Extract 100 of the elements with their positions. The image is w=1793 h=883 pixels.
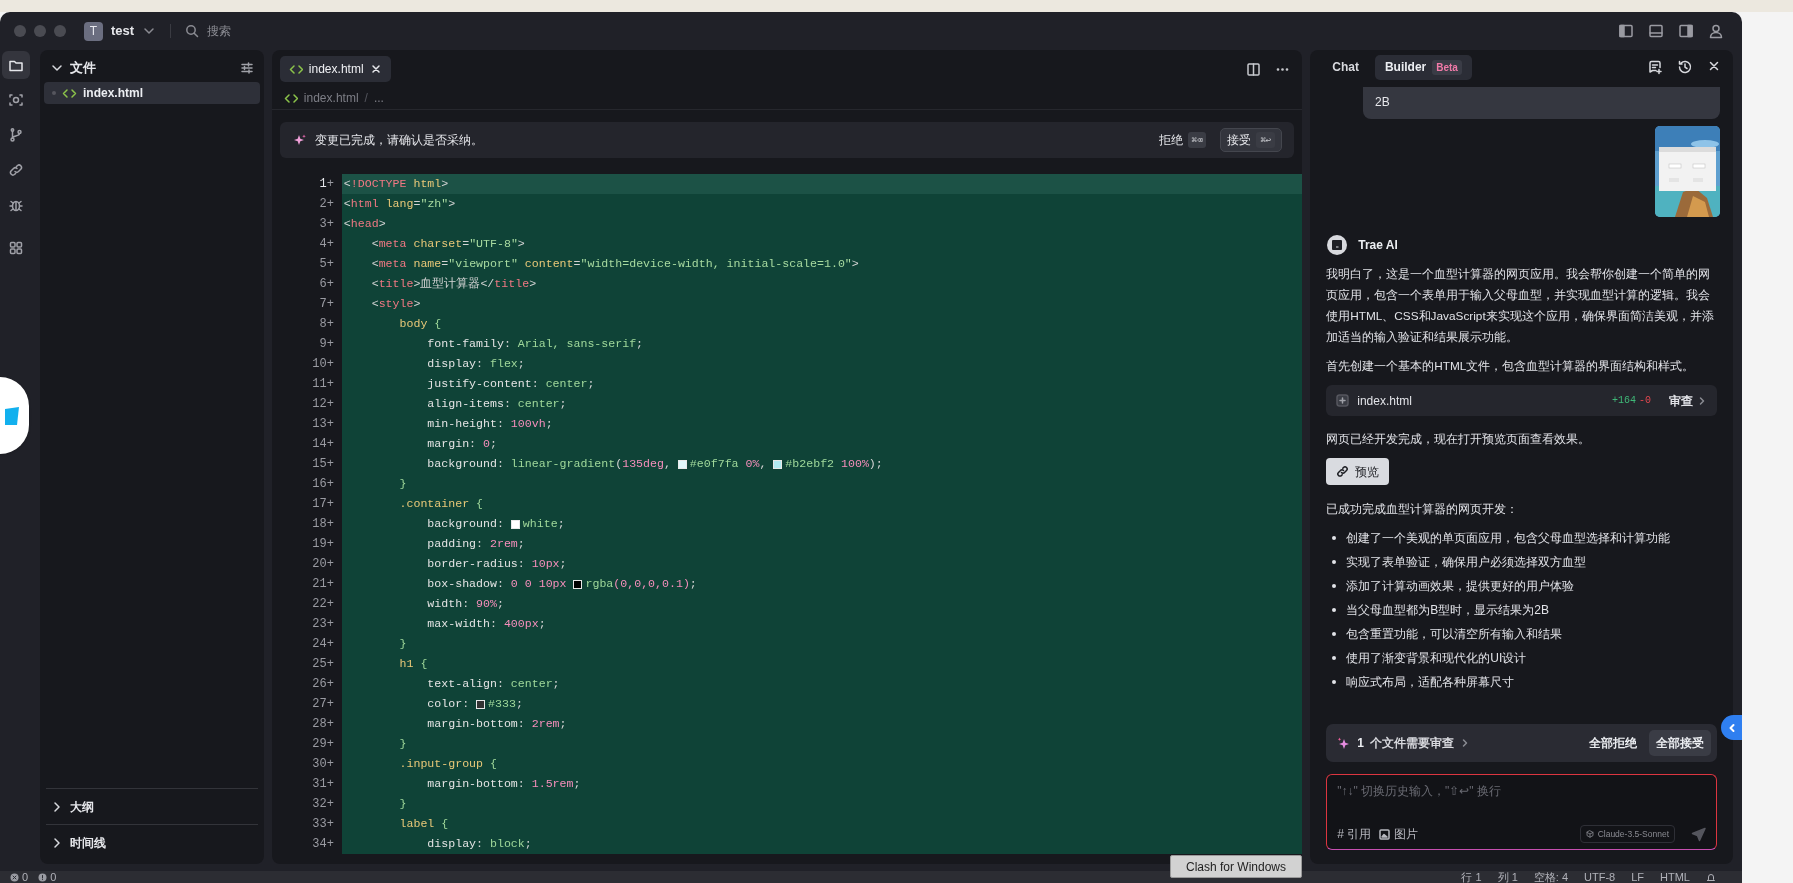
cube-icon	[1585, 830, 1594, 838]
file-item[interactable]: index.html	[44, 82, 260, 104]
line-number: 4	[319, 236, 327, 253]
status-item[interactable]: 行 1	[1461, 871, 1482, 883]
link-icon	[8, 162, 24, 178]
line-number: 25	[312, 656, 327, 673]
link-icon	[1336, 465, 1350, 478]
editor-tab[interactable]: index.html	[279, 56, 391, 82]
added-marker: +	[326, 616, 334, 633]
parallelogram-icon	[2, 404, 21, 427]
added-marker: +	[326, 356, 334, 373]
bot-avatar-icon	[1326, 234, 1349, 256]
message-input[interactable]: "↑↓" 切换历史输入，"⇧↩" 换行	[1337, 782, 1706, 802]
chat-tab[interactable]: Builder Beta	[1374, 54, 1472, 80]
error-icon[interactable]	[10, 872, 19, 882]
list-item-text: 实现了表单验证，确保用户必须选择双方血型	[1346, 554, 1587, 571]
added-marker: +	[326, 416, 334, 433]
added-marker: +	[326, 676, 334, 693]
split-editor-icon[interactable]	[1246, 61, 1262, 77]
close-icon[interactable]	[369, 63, 382, 75]
message-text: 已成功完成血型计算器的网页开发：	[1326, 501, 1520, 518]
added-marker: +	[326, 596, 334, 613]
plus-square-icon	[1336, 394, 1350, 407]
added-marker: +	[326, 176, 334, 193]
bell-icon[interactable]	[1706, 872, 1716, 882]
user-message: 2B	[1363, 87, 1720, 119]
model-selector[interactable]: Claude-3.5-Sonnet	[1579, 825, 1675, 843]
lines-removed: -0	[1639, 394, 1651, 408]
line-number: 15	[312, 456, 327, 473]
review-link[interactable]: 审查	[1669, 391, 1693, 410]
reject-all-button[interactable]: 全部拒绝	[1583, 730, 1643, 756]
added-marker: +	[326, 296, 334, 313]
review-label[interactable]: 个文件需要审查	[1369, 734, 1454, 752]
mention-button[interactable]: # 引用	[1337, 825, 1372, 843]
line-number: 19	[312, 536, 327, 553]
right-panel-toggle-icon[interactable]	[1678, 23, 1694, 39]
accept-button[interactable]: 接受 ⌘↩	[1220, 128, 1283, 152]
section-title[interactable]: 大纲	[70, 797, 94, 816]
reject-button[interactable]: 拒绝 ⌘⌫	[1152, 128, 1213, 152]
line-number: 18	[312, 516, 327, 533]
added-marker: +	[326, 396, 334, 413]
added-marker: +	[326, 276, 334, 293]
code-file-icon	[288, 62, 303, 76]
chat-tab[interactable]: Chat	[1322, 54, 1369, 80]
close-icon[interactable]	[1707, 59, 1721, 73]
line-number: 8	[319, 316, 327, 333]
breadcrumb-item[interactable]: index.html	[303, 88, 359, 107]
banner-message: 变更已完成，请确认是否采纳。	[314, 132, 483, 149]
line-number: 26	[312, 676, 327, 693]
project-avatar: T	[84, 21, 103, 41]
lines-added: +164	[1611, 394, 1636, 408]
warning-icon[interactable]	[38, 872, 48, 882]
beta-badge: Beta	[1432, 59, 1462, 75]
assistant-name: Trae AI	[1358, 237, 1398, 254]
added-marker: +	[326, 696, 334, 713]
image-button[interactable]: 图片	[1379, 825, 1419, 843]
line-number: 5	[319, 256, 327, 273]
bullet-icon	[1332, 680, 1337, 684]
left-panel-toggle-icon[interactable]	[1618, 23, 1634, 39]
added-marker: +	[326, 336, 334, 353]
status-item[interactable]: 列 1	[1497, 871, 1518, 883]
added-marker: +	[326, 536, 334, 553]
search-field[interactable]: 搜索	[207, 22, 408, 40]
added-marker: +	[326, 516, 334, 533]
line-number: 13	[312, 416, 327, 433]
status-item[interactable]: HTML	[1660, 871, 1690, 883]
new-chat-icon[interactable]	[1647, 59, 1663, 75]
sliders-icon[interactable]	[239, 61, 254, 75]
project-name[interactable]: test	[111, 21, 135, 41]
message-text: 我明白了，这是一个血型计算器的网页应用。我会帮你创建一个简单的网页应用，包含一个表单用于输入父母血型，并实现血型计算的逻辑。我会使用HTML、CSS和JavaScript来实现这个应用，确保界面简洁美观，并添加适当的输入验证和结果展示功能。	[1326, 266, 1715, 346]
breadcrumb-item[interactable]: ...	[373, 88, 384, 107]
history-icon[interactable]	[1677, 59, 1693, 75]
status-item[interactable]: LF	[1631, 871, 1645, 883]
added-marker: +	[326, 716, 334, 733]
file-change-card[interactable]: index.html +164 -0 审查	[1326, 385, 1717, 416]
message-text: 网页已经开发完成，现在打开预览页面查看效果。	[1326, 431, 1592, 448]
added-marker: +	[326, 476, 334, 493]
send-icon[interactable]	[1691, 826, 1706, 842]
accept-all-button[interactable]: 全部接受	[1649, 730, 1711, 756]
line-number: 22	[312, 596, 327, 613]
status-item[interactable]: UTF-8	[1584, 871, 1616, 883]
activity-button[interactable]	[2, 51, 30, 79]
status-item[interactable]: 空格: 4	[1533, 871, 1569, 883]
section-title[interactable]: 时间线	[70, 833, 106, 852]
user-icon[interactable]	[1708, 23, 1724, 39]
added-marker: +	[326, 196, 334, 213]
search-icon[interactable]	[185, 24, 200, 38]
error-count: 0	[22, 871, 29, 883]
composer-box[interactable]: "↑↓" 切换历史输入，"⇧↩" 换行 # 引用 图片 Claude-3.5-Sonnet	[1326, 774, 1717, 850]
added-marker: +	[326, 576, 334, 593]
added-marker: +	[326, 456, 334, 473]
line-number: 16	[312, 476, 327, 493]
bottom-panel-toggle-icon[interactable]	[1648, 23, 1664, 39]
preview-button[interactable]: 预览	[1326, 458, 1390, 485]
added-marker: +	[326, 816, 334, 833]
line-number: 24	[312, 636, 327, 653]
panel-title: 文件	[70, 59, 96, 78]
chevron-right-icon[interactable]	[1697, 395, 1707, 406]
bullet-icon	[1332, 632, 1337, 636]
line-number: 33	[312, 816, 327, 833]
